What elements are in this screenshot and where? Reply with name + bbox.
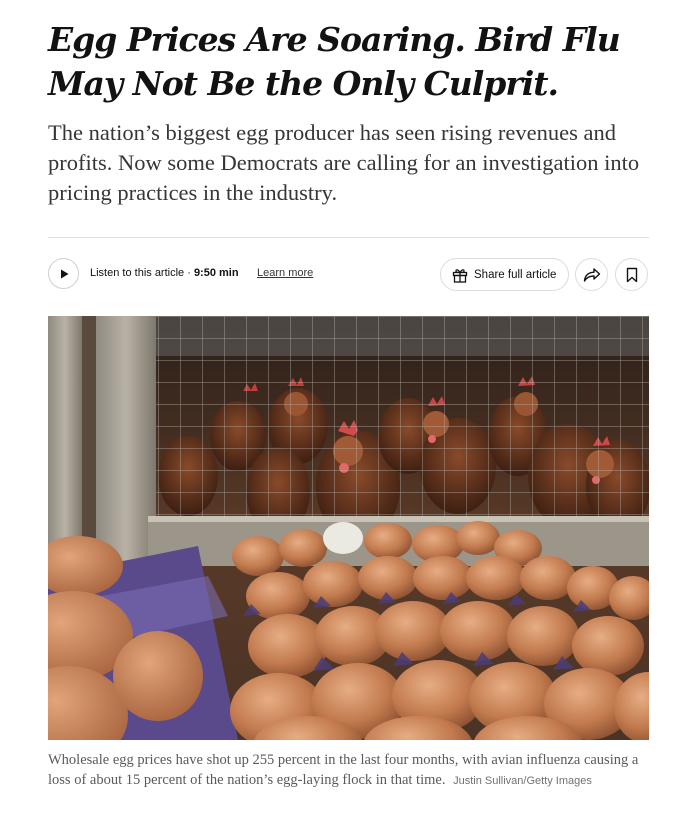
learn-more-link[interactable]: Learn more xyxy=(257,267,313,279)
play-icon xyxy=(58,268,70,280)
play-audio-button[interactable] xyxy=(48,258,79,289)
share-arrow-icon xyxy=(583,267,601,283)
article-summary: The nation’s biggest egg producer has se… xyxy=(48,120,640,205)
lead-photo xyxy=(48,316,649,740)
share-label: Share full article xyxy=(474,268,557,281)
share-full-article-button[interactable]: Share full article xyxy=(440,258,569,291)
share-button[interactable] xyxy=(575,258,608,291)
headline: Egg Prices Are Soaring. Bird Flu May Not… xyxy=(48,20,621,103)
photo-credit: Justin Sullivan/Getty Images xyxy=(453,775,592,787)
photo-caption: Wholesale egg prices have shot up 255 pe… xyxy=(48,750,648,791)
hens-and-eggs-photo xyxy=(48,316,649,740)
article-toolbar: Listen to this article · 9:50 min Learn … xyxy=(48,256,649,292)
listen-text: Listen to this article · xyxy=(90,267,194,279)
listen-label: Listen to this article · 9:50 min xyxy=(90,267,239,279)
gift-icon xyxy=(451,266,469,284)
save-button[interactable] xyxy=(615,258,648,291)
audio-duration: 9:50 min xyxy=(193,267,239,279)
divider xyxy=(48,237,649,238)
bookmark-icon xyxy=(625,267,639,283)
